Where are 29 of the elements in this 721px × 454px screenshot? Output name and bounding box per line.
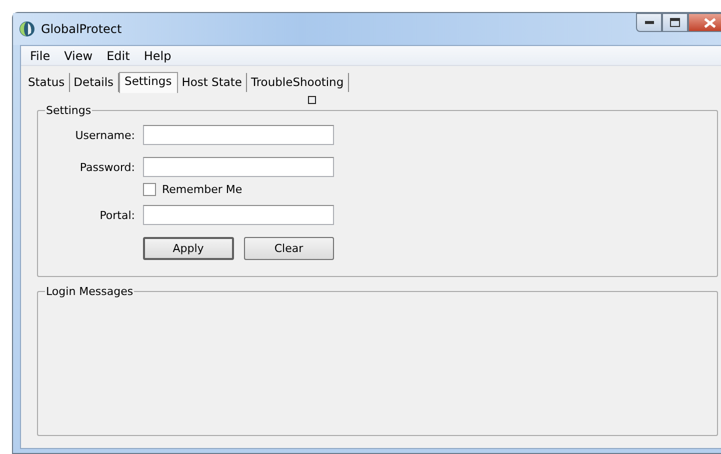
menu-item[interactable]: View xyxy=(57,48,100,62)
input-field[interactable] xyxy=(143,125,334,145)
maximize-button[interactable] xyxy=(662,13,688,32)
tab[interactable]: TroubleShooting xyxy=(246,73,349,92)
menu-item[interactable]: Edit xyxy=(100,48,137,62)
minimize-button[interactable] xyxy=(636,13,662,32)
tab[interactable]: Status xyxy=(24,73,70,92)
window-title: GlobalProtect xyxy=(41,22,122,36)
input-field[interactable] xyxy=(143,205,334,225)
action-button[interactable]: Clear xyxy=(244,237,334,260)
group-title: Login Messages xyxy=(45,285,134,298)
maximize-icon xyxy=(670,18,680,27)
field-label: Password: xyxy=(78,160,135,174)
tab[interactable]: Host State xyxy=(178,73,247,92)
field-label: Username: xyxy=(74,128,135,142)
checkbox-label: Remember Me xyxy=(162,183,242,196)
close-button[interactable] xyxy=(688,13,721,32)
tab[interactable]: Settings xyxy=(118,72,178,93)
action-button[interactable]: Apply xyxy=(143,237,234,260)
globe-icon xyxy=(19,21,35,37)
minimize-icon xyxy=(644,21,654,24)
checkbox[interactable] xyxy=(143,183,156,196)
close-icon xyxy=(704,18,716,28)
input-field[interactable] xyxy=(143,157,334,177)
field-label: Portal: xyxy=(98,208,135,222)
square-icon xyxy=(308,96,316,104)
menu-item[interactable]: File xyxy=(23,48,58,62)
group-title: Settings xyxy=(45,104,92,117)
menu-item[interactable]: Help xyxy=(136,48,178,62)
